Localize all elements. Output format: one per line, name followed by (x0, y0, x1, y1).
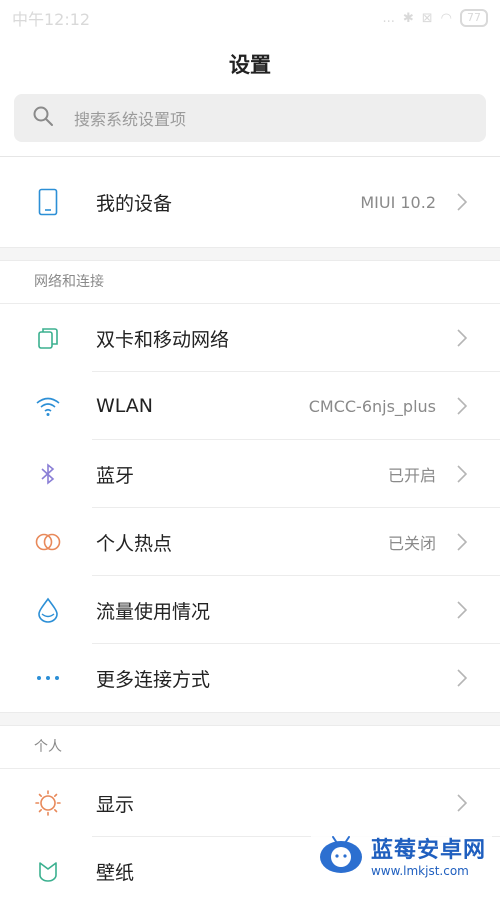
network-item-label: 更多连接方式 (96, 668, 211, 691)
network-item-value: 已开启 (387, 466, 436, 485)
chevron-right-icon (448, 669, 476, 687)
status-bar: 中午12:12 ... ✱ ⊠ ◠ 77 (0, 0, 500, 36)
wifi-status-icon: ◠ (440, 10, 452, 26)
watermark-url: www.lmkjst.com (370, 864, 469, 878)
network-item-wlan[interactable]: WLAN CMCC-6njs_plus (0, 372, 500, 440)
section-header-personal: 个人 (0, 726, 500, 769)
network-item-value: 已关闭 (387, 534, 436, 553)
chevron-right-icon (448, 601, 476, 619)
network-item-more-connections[interactable]: 更多连接方式 (0, 644, 500, 712)
chevron-right-icon (448, 794, 476, 812)
status-time: 中午12:12 (12, 10, 91, 29)
hotspot-icon (0, 532, 96, 552)
watermark: 蓝莓安卓网 www.lmkjst.com (310, 827, 492, 883)
my-device-value: MIUI 10.2 (360, 192, 436, 212)
section-header-network: 网络和连接 (0, 261, 500, 304)
chevron-right-icon (448, 465, 476, 483)
chevron-right-icon (448, 193, 476, 211)
my-device-label: 我的设备 (96, 192, 173, 215)
network-item-label: 蓝牙 (96, 464, 135, 487)
page-title: 设置 (229, 53, 271, 77)
status-icons: ... ✱ ⊠ ◠ 77 (382, 9, 488, 27)
network-item-label: WLAN (96, 395, 154, 417)
sim-off-icon: ⊠ (421, 10, 433, 26)
chevron-right-icon (448, 533, 476, 551)
network-item-label: 个人热点 (96, 532, 173, 555)
network-item-bluetooth[interactable]: 蓝牙 已开启 (0, 440, 500, 508)
battery-icon: 77 (460, 9, 488, 27)
my-device-item[interactable]: 我的设备 MIUI 10.2 (0, 157, 500, 247)
bluetooth-status-icon: ✱ (402, 10, 414, 26)
search-icon (32, 105, 54, 131)
wifi-icon (0, 395, 96, 417)
more-connections-icon (0, 675, 96, 681)
search-placeholder: 搜索系统设置项 (74, 110, 187, 129)
section-gap (0, 712, 500, 726)
data-usage-icon (0, 597, 96, 623)
display-icon (0, 789, 96, 817)
chevron-right-icon (448, 397, 476, 415)
bluetooth-icon (0, 462, 96, 486)
watermark-title: 蓝莓安卓网 (370, 838, 486, 863)
chevron-right-icon (448, 329, 476, 347)
network-item-value: CMCC-6njs_plus (308, 396, 436, 416)
network-item-label: 流量使用情况 (96, 600, 211, 623)
search-input[interactable]: 搜索系统设置项 (14, 94, 486, 142)
section-gap (0, 247, 500, 261)
network-item-hotspot[interactable]: 个人热点 已关闭 (0, 508, 500, 576)
watermark-logo-icon (317, 831, 365, 879)
personal-item-label: 显示 (96, 793, 135, 816)
dual-sim-icon (0, 326, 96, 350)
wallpaper-icon (0, 859, 96, 883)
signal-dots-icon: ... (382, 10, 395, 26)
network-item-label: 双卡和移动网络 (96, 328, 230, 351)
phone-icon (0, 188, 96, 216)
network-item-data-usage[interactable]: 流量使用情况 (0, 576, 500, 644)
network-item-dual-sim[interactable]: 双卡和移动网络 (0, 304, 500, 372)
